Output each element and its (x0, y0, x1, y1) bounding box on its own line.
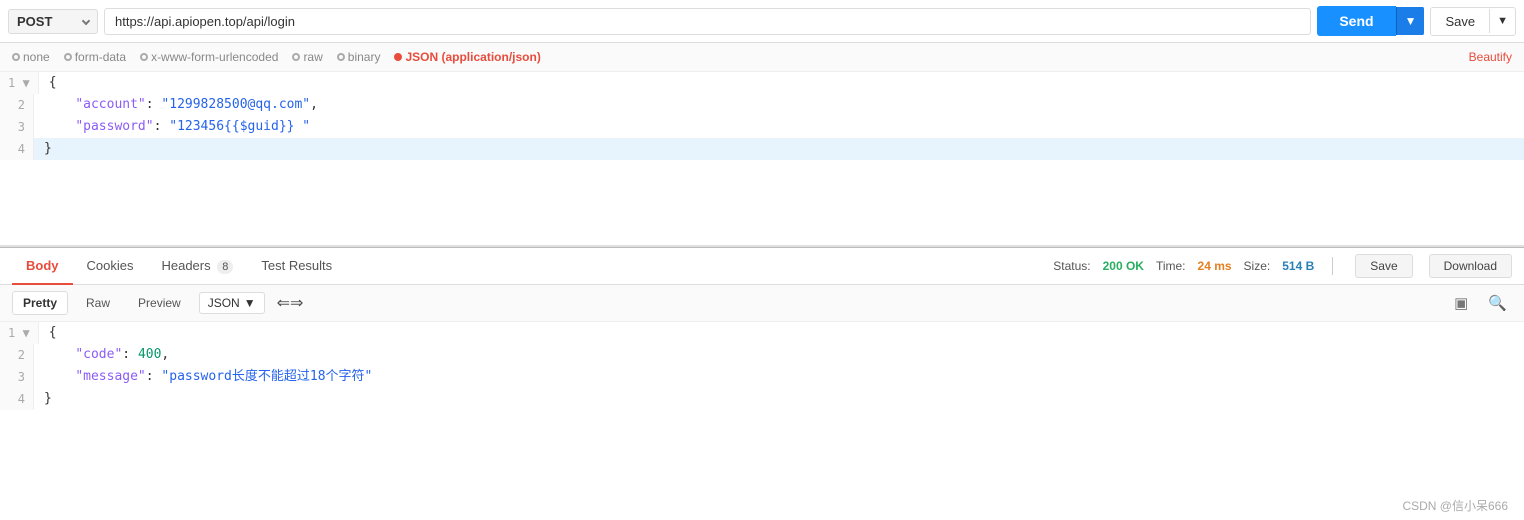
beautify-link[interactable]: Beautify (1469, 50, 1512, 64)
resp-type-label: JSON (208, 296, 240, 310)
resp-tab-testresults-label: Test Results (261, 258, 332, 273)
body-tab-binary[interactable]: binary (337, 47, 381, 67)
radio-raw (292, 53, 300, 61)
top-bar: POST Send ▼ Save ▼ (0, 0, 1524, 43)
resp-icons: ▣ 🔍 (1449, 292, 1512, 314)
resp-line-3: 3 "message": "password长度不能超过18个字符" (0, 366, 1524, 388)
resp-tab-testresults[interactable]: Test Results (247, 248, 346, 285)
status-label: Status: (1053, 259, 1090, 273)
resp-status-bar: Status: 200 OK Time: 24 ms Size: 514 B S… (1053, 254, 1512, 278)
resp-line-2: 2 "code": 400, (0, 344, 1524, 366)
resp-tab-headers[interactable]: Headers 8 (147, 248, 247, 285)
resp-tab-headers-label: Headers (161, 258, 210, 273)
body-tab-none[interactable]: none (12, 47, 50, 67)
body-tab-urlencoded[interactable]: x-www-form-urlencoded (140, 47, 278, 67)
download-button[interactable]: Download (1429, 254, 1512, 278)
size-value: 514 B (1282, 259, 1314, 273)
resp-type-chevron-icon: ▼ (244, 296, 256, 310)
body-tab-binary-label: binary (348, 50, 381, 64)
request-code-editor[interactable]: 1 ▼ { 2 "account": "1299828500@qq.com", … (0, 72, 1524, 247)
chevron-down-icon (82, 17, 90, 25)
time-value: 24 ms (1198, 259, 1232, 273)
send-dropdown-button[interactable]: ▼ (1396, 7, 1425, 35)
wrap-icon[interactable]: ⇐⇒ (277, 293, 304, 313)
format-tab-preview[interactable]: Preview (128, 292, 191, 314)
req-line-1: 1 ▼ { (0, 72, 1524, 94)
save-response-button[interactable]: Save (1355, 254, 1412, 278)
body-tab-json[interactable]: JSON (application/json) (394, 47, 540, 67)
save-button[interactable]: Save (1431, 8, 1489, 35)
headers-badge: 8 (217, 260, 233, 274)
radio-binary (337, 53, 345, 61)
radio-json (394, 53, 402, 61)
body-tab-none-label: none (23, 50, 50, 64)
resp-tab-body-label: Body (26, 258, 59, 273)
body-tab-raw[interactable]: raw (292, 47, 322, 67)
divider (1332, 257, 1333, 275)
body-tab-urlencoded-label: x-www-form-urlencoded (151, 50, 278, 64)
req-line-3: 3 "password": "123456{{$guid}} " (0, 116, 1524, 138)
body-type-tabs: none form-data x-www-form-urlencoded raw… (0, 43, 1524, 72)
response-tabs-bar: Body Cookies Headers 8 Test Results Stat… (0, 248, 1524, 285)
time-label: Time: (1156, 259, 1186, 273)
send-btn-group: Send ▼ (1317, 6, 1424, 36)
resp-format-bar: Pretty Raw Preview JSON ▼ ⇐⇒ ▣ 🔍 (0, 285, 1524, 322)
resp-tab-cookies-label: Cookies (87, 258, 134, 273)
search-response-button[interactable]: 🔍 (1483, 292, 1512, 314)
resp-line-4: 4 } (0, 388, 1524, 410)
send-button[interactable]: Send (1317, 6, 1395, 36)
body-tab-formdata[interactable]: form-data (64, 47, 126, 67)
method-selector[interactable]: POST (8, 9, 98, 34)
body-tab-formdata-label: form-data (75, 50, 126, 64)
method-text: POST (17, 14, 52, 29)
copy-response-button[interactable]: ▣ (1449, 292, 1473, 314)
save-btn-group: Save ▼ (1430, 7, 1516, 36)
status-value: 200 OK (1103, 259, 1144, 273)
size-label: Size: (1244, 259, 1271, 273)
radio-urlencoded (140, 53, 148, 61)
resp-tab-cookies[interactable]: Cookies (73, 248, 148, 285)
req-line-2: 2 "account": "1299828500@qq.com", (0, 94, 1524, 116)
url-input[interactable] (104, 8, 1311, 35)
body-tab-raw-label: raw (303, 50, 322, 64)
save-dropdown-button[interactable]: ▼ (1489, 9, 1515, 33)
format-tab-pretty[interactable]: Pretty (12, 291, 68, 315)
radio-none (12, 53, 20, 61)
radio-formdata (64, 53, 72, 61)
resp-line-1: 1 ▼ { (0, 322, 1524, 344)
format-tab-raw[interactable]: Raw (76, 292, 120, 314)
watermark: CSDN @信小呆666 (1402, 497, 1508, 514)
body-tab-json-label: JSON (application/json) (405, 50, 540, 64)
response-code-editor[interactable]: 1 ▼ { 2 "code": 400, 3 "message": "passw… (0, 322, 1524, 442)
resp-tab-body[interactable]: Body (12, 248, 73, 285)
req-line-4: 4 } (0, 138, 1524, 160)
resp-type-selector[interactable]: JSON ▼ (199, 292, 265, 314)
